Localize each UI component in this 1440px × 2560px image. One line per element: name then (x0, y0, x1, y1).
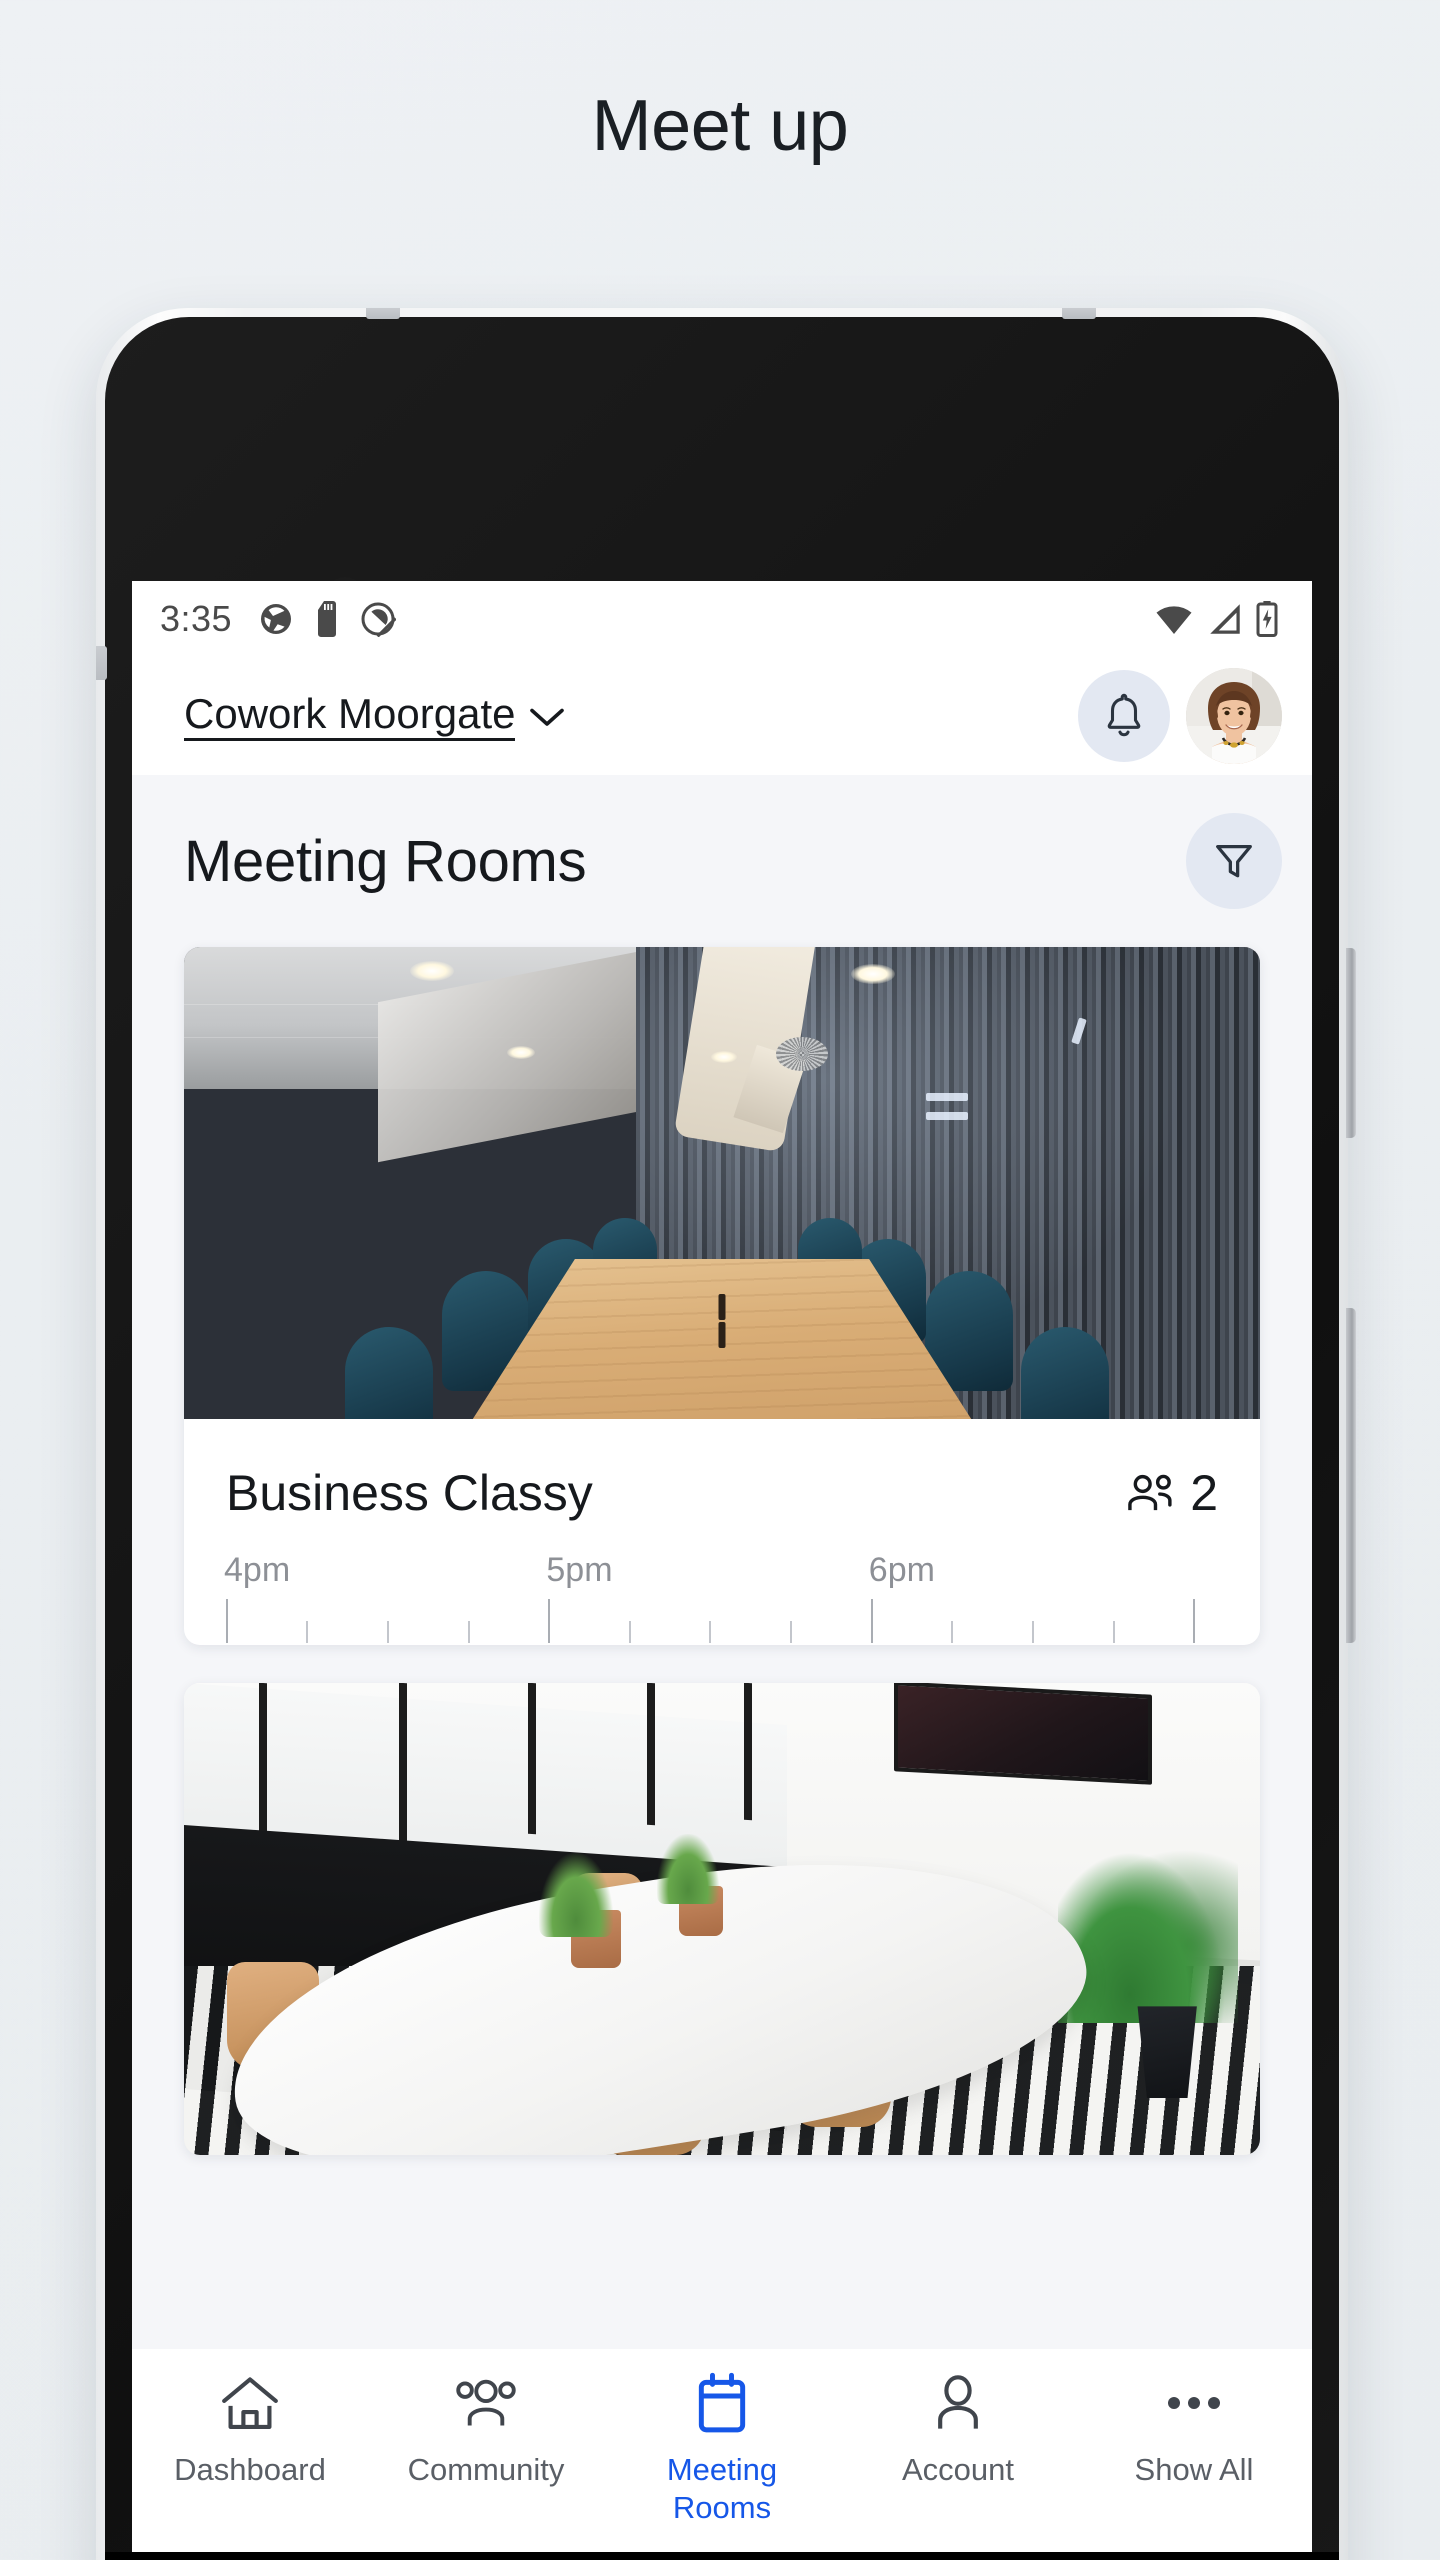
status-bar: 3:35 (132, 581, 1312, 657)
avatar-photo (1186, 668, 1282, 764)
timeline-tick-minor (709, 1621, 712, 1643)
nav-item-account[interactable]: Account (840, 2371, 1076, 2489)
capacity-count: 2 (1190, 1465, 1218, 1521)
ellipsis-icon (1166, 2371, 1222, 2435)
room-photo (184, 1683, 1260, 2155)
availability-timeline[interactable]: 4pm 5pm 6pm (224, 1551, 1218, 1645)
chevron-down-icon (530, 708, 565, 726)
room-photo (184, 947, 1260, 1419)
timeline-labels: 4pm 5pm 6pm (224, 1551, 1218, 1597)
page-heading: Meeting Rooms (184, 828, 587, 894)
volume-button[interactable] (1346, 948, 1356, 1138)
room-name: Business Classy (226, 1465, 593, 1521)
timeline-tick-major (226, 1599, 228, 1643)
timeline-tick-major (1193, 1599, 1196, 1643)
room-card-body: Business Classy 2 4pm 5pm 6pm (184, 1419, 1260, 1645)
device-chin (105, 2552, 1339, 2560)
status-bar-right-icons (1154, 601, 1278, 637)
nav-item-dashboard[interactable]: Dashboard (132, 2371, 368, 2489)
venue-name: Cowork Moorgate (184, 690, 516, 742)
timeline-tick-minor (306, 1621, 309, 1643)
timeline-label: 6pm (868, 1551, 935, 1589)
timeline-tick-minor (951, 1621, 954, 1643)
people-group-icon (453, 2371, 519, 2435)
timeline-ticks (226, 1597, 1218, 1643)
section-header: Meeting Rooms (132, 775, 1312, 947)
nav-label: Dashboard (174, 2452, 326, 2487)
status-bar-clock: 3:35 (160, 598, 233, 639)
status-bar-left-icons (258, 601, 397, 637)
venue-selector[interactable]: Cowork Moorgate (184, 690, 565, 742)
timeline-tick-minor (1031, 1621, 1034, 1643)
nav-label: Meeting Rooms (666, 2452, 778, 2525)
timeline-tick-minor (386, 1621, 389, 1643)
nav-label: Account (901, 2452, 1014, 2487)
filter-icon (1216, 844, 1252, 878)
nav-label: Community (407, 2452, 565, 2487)
person-icon (930, 2371, 986, 2435)
timeline-label: 5pm (546, 1551, 613, 1589)
phone-screen: 3:35 Cowork Moorgate Meeting Rooms Busin… (132, 581, 1312, 2560)
cellular-signal-icon (1210, 604, 1240, 634)
device-nub-top-left (366, 308, 400, 319)
room-card[interactable]: Business Classy 2 4pm 5pm 6pm (184, 947, 1260, 1645)
content-area: Meeting Rooms Business Classy 2 4pm 5pm … (132, 775, 1312, 2349)
app-header: Cowork Moorgate (132, 657, 1312, 775)
room-card[interactable] (184, 1683, 1260, 2155)
notifications-button[interactable] (1078, 670, 1170, 762)
do-not-disturb-icon (361, 602, 397, 637)
timeline-tick-minor (1112, 1621, 1115, 1643)
filter-button[interactable] (1186, 813, 1282, 909)
bottom-navigation: Dashboard Community Meeting Rooms Accoun… (132, 2349, 1312, 2560)
phone-device: 3:35 Cowork Moorgate Meeting Rooms Busin… (96, 308, 1356, 2560)
wifi-icon (1156, 606, 1192, 634)
home-icon (219, 2371, 281, 2435)
nav-item-meeting-rooms[interactable]: Meeting Rooms (604, 2371, 840, 2527)
page-title: Meet up (591, 86, 849, 166)
nav-label: Show All (1134, 2452, 1254, 2487)
room-capacity: 2 (1122, 1464, 1218, 1522)
nav-item-community[interactable]: Community (368, 2371, 604, 2489)
battery-charging-icon (1256, 601, 1278, 637)
power-button[interactable] (1346, 1308, 1356, 1643)
sd-card-icon (318, 601, 337, 637)
device-bezel: 3:35 Cowork Moorgate Meeting Rooms Busin… (105, 317, 1339, 2560)
people-icon (1128, 1474, 1172, 1511)
timeline-label: 4pm (224, 1551, 291, 1589)
device-nub-left (96, 646, 107, 680)
nav-item-show-all[interactable]: Show All (1076, 2371, 1312, 2489)
timeline-tick-major (870, 1599, 873, 1643)
timeline-tick-major (548, 1599, 551, 1643)
calendar-icon (693, 2371, 751, 2435)
bell-icon (1107, 693, 1141, 737)
shutter-icon (261, 604, 292, 634)
timeline-tick-minor (628, 1621, 631, 1643)
timeline-tick-minor (790, 1621, 793, 1643)
timeline-tick-minor (468, 1621, 471, 1643)
avatar[interactable] (1186, 668, 1282, 764)
device-nub-top-right (1062, 308, 1096, 319)
